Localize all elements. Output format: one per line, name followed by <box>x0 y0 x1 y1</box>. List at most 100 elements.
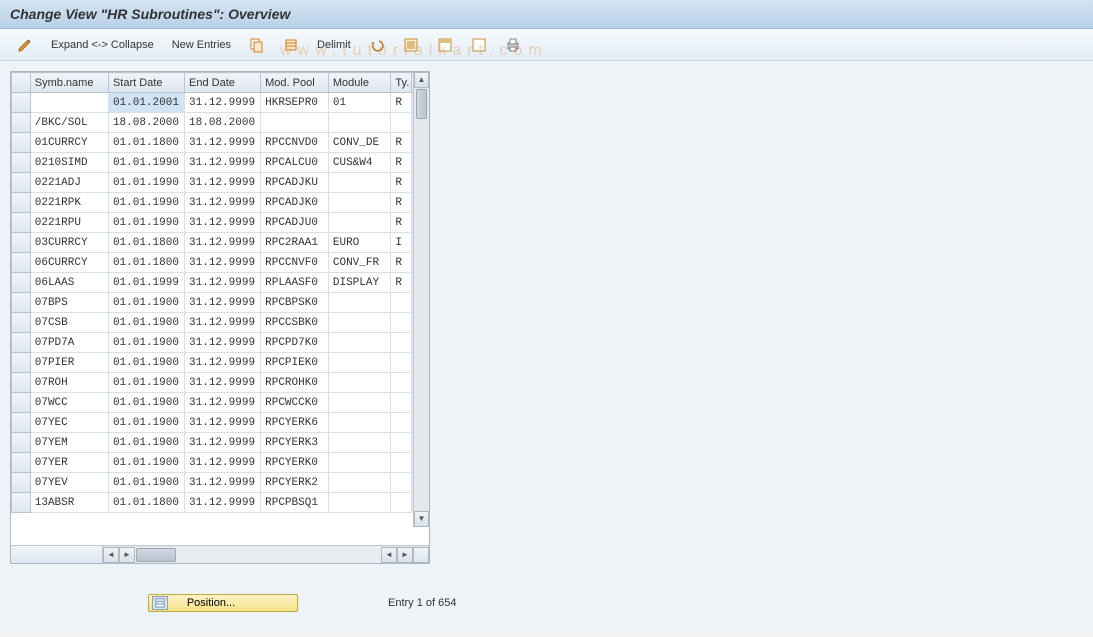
cell-type[interactable] <box>391 373 412 393</box>
header-end[interactable]: End Date <box>185 73 261 93</box>
cell-symb[interactable]: 07YEC <box>30 413 108 433</box>
cell-module[interactable]: 01 <box>328 93 391 113</box>
cell-symb[interactable] <box>30 93 108 113</box>
row-selector[interactable] <box>12 153 31 173</box>
row-selector[interactable] <box>12 493 31 513</box>
cell-end-date[interactable]: 31.12.9999 <box>185 493 261 513</box>
cell-mod-pool[interactable] <box>261 113 329 133</box>
cell-end-date[interactable]: 31.12.9999 <box>185 453 261 473</box>
cell-module[interactable]: CONV_DE <box>328 133 391 153</box>
row-selector[interactable] <box>12 253 31 273</box>
cell-module[interactable] <box>328 493 391 513</box>
header-symb[interactable]: Symb.name <box>30 73 108 93</box>
cell-module[interactable] <box>328 313 391 333</box>
cell-start-date[interactable]: 01.01.1999 <box>108 273 184 293</box>
delete-button[interactable] <box>276 33 306 57</box>
cell-start-date[interactable]: 01.01.1900 <box>108 413 184 433</box>
row-selector[interactable] <box>12 133 31 153</box>
cell-module[interactable]: CUS&W4 <box>328 153 391 173</box>
header-module[interactable]: Module <box>328 73 391 93</box>
hscroll-thumb[interactable] <box>136 548 176 562</box>
row-selector[interactable] <box>12 273 31 293</box>
row-selector[interactable] <box>12 173 31 193</box>
cell-symb[interactable]: 0221RPU <box>30 213 108 233</box>
cell-mod-pool[interactable]: RPCBPSK0 <box>261 293 329 313</box>
cell-module[interactable] <box>328 373 391 393</box>
cell-symb[interactable]: 07ROH <box>30 373 108 393</box>
cell-symb[interactable]: 07YEV <box>30 473 108 493</box>
deselect-all-button[interactable] <box>464 33 494 57</box>
expand-collapse-button[interactable]: Expand <-> Collapse <box>44 35 161 55</box>
cell-type[interactable] <box>391 113 412 133</box>
cell-mod-pool[interactable]: RPCADJU0 <box>261 213 329 233</box>
delimit-button[interactable]: Delimit <box>310 35 358 55</box>
row-selector[interactable] <box>12 113 31 133</box>
cell-type[interactable] <box>391 453 412 473</box>
cell-module[interactable]: EURO <box>328 233 391 253</box>
cell-end-date[interactable]: 31.12.9999 <box>185 273 261 293</box>
row-selector[interactable] <box>12 453 31 473</box>
scroll-right-end-button[interactable]: ► <box>397 547 413 563</box>
vertical-scrollbar[interactable]: ▲ ▼ <box>413 72 429 527</box>
cell-mod-pool[interactable]: RPCROHK0 <box>261 373 329 393</box>
cell-start-date[interactable]: 01.01.1900 <box>108 353 184 373</box>
cell-symb[interactable]: 07YER <box>30 453 108 473</box>
cell-mod-pool[interactable]: RPCCNVF0 <box>261 253 329 273</box>
cell-type[interactable]: R <box>391 213 412 233</box>
cell-mod-pool[interactable]: RPLAASF0 <box>261 273 329 293</box>
cell-module[interactable]: DISPLAY <box>328 273 391 293</box>
cell-start-date[interactable]: 18.08.2000 <box>108 113 184 133</box>
cell-type[interactable] <box>391 353 412 373</box>
row-selector[interactable] <box>12 293 31 313</box>
cell-module[interactable] <box>328 413 391 433</box>
cell-start-date[interactable]: 01.01.1900 <box>108 453 184 473</box>
cell-module[interactable] <box>328 353 391 373</box>
header-pool[interactable]: Mod. Pool <box>261 73 329 93</box>
cell-mod-pool[interactable]: RPCCNVD0 <box>261 133 329 153</box>
cell-mod-pool[interactable]: HKRSEPR0 <box>261 93 329 113</box>
cell-symb[interactable]: 07PIER <box>30 353 108 373</box>
undo-button[interactable] <box>362 33 392 57</box>
scroll-left-end-button[interactable]: ◄ <box>381 547 397 563</box>
header-ty[interactable]: Ty. <box>391 73 412 93</box>
row-selector[interactable] <box>12 193 31 213</box>
cell-module[interactable] <box>328 453 391 473</box>
cell-symb[interactable]: 06LAAS <box>30 273 108 293</box>
cell-type[interactable] <box>391 293 412 313</box>
cell-symb[interactable]: 0221RPK <box>30 193 108 213</box>
cell-module[interactable] <box>328 213 391 233</box>
cell-start-date[interactable]: 01.01.1800 <box>108 133 184 153</box>
row-selector[interactable] <box>12 473 31 493</box>
cell-symb[interactable]: 01CURRCY <box>30 133 108 153</box>
row-selector[interactable] <box>12 433 31 453</box>
toggle-display-button[interactable] <box>10 33 40 57</box>
cell-type[interactable] <box>391 313 412 333</box>
cell-mod-pool[interactable]: RPC2RAA1 <box>261 233 329 253</box>
cell-start-date[interactable]: 01.01.2001 <box>108 93 184 113</box>
cell-start-date[interactable]: 01.01.1900 <box>108 433 184 453</box>
row-selector[interactable] <box>12 333 31 353</box>
cell-end-date[interactable]: 31.12.9999 <box>185 153 261 173</box>
header-start[interactable]: Start Date <box>108 73 184 93</box>
cell-end-date[interactable]: 31.12.9999 <box>185 213 261 233</box>
cell-module[interactable] <box>328 173 391 193</box>
cell-mod-pool[interactable]: RPCYERK0 <box>261 453 329 473</box>
cell-end-date[interactable]: 31.12.9999 <box>185 473 261 493</box>
cell-end-date[interactable]: 18.08.2000 <box>185 113 261 133</box>
cell-end-date[interactable]: 31.12.9999 <box>185 413 261 433</box>
row-selector[interactable] <box>12 353 31 373</box>
cell-start-date[interactable]: 01.01.1900 <box>108 393 184 413</box>
cell-end-date[interactable]: 31.12.9999 <box>185 373 261 393</box>
row-selector[interactable] <box>12 373 31 393</box>
cell-start-date[interactable]: 01.01.1990 <box>108 153 184 173</box>
cell-symb[interactable]: 07WCC <box>30 393 108 413</box>
select-all-button[interactable] <box>396 33 426 57</box>
scroll-down-button[interactable]: ▼ <box>414 511 429 527</box>
cell-mod-pool[interactable]: RPCPIEK0 <box>261 353 329 373</box>
cell-mod-pool[interactable]: RPCYERK2 <box>261 473 329 493</box>
row-selector[interactable] <box>12 93 31 113</box>
cell-module[interactable] <box>328 333 391 353</box>
cell-module[interactable] <box>328 193 391 213</box>
cell-end-date[interactable]: 31.12.9999 <box>185 233 261 253</box>
cell-start-date[interactable]: 01.01.1900 <box>108 293 184 313</box>
